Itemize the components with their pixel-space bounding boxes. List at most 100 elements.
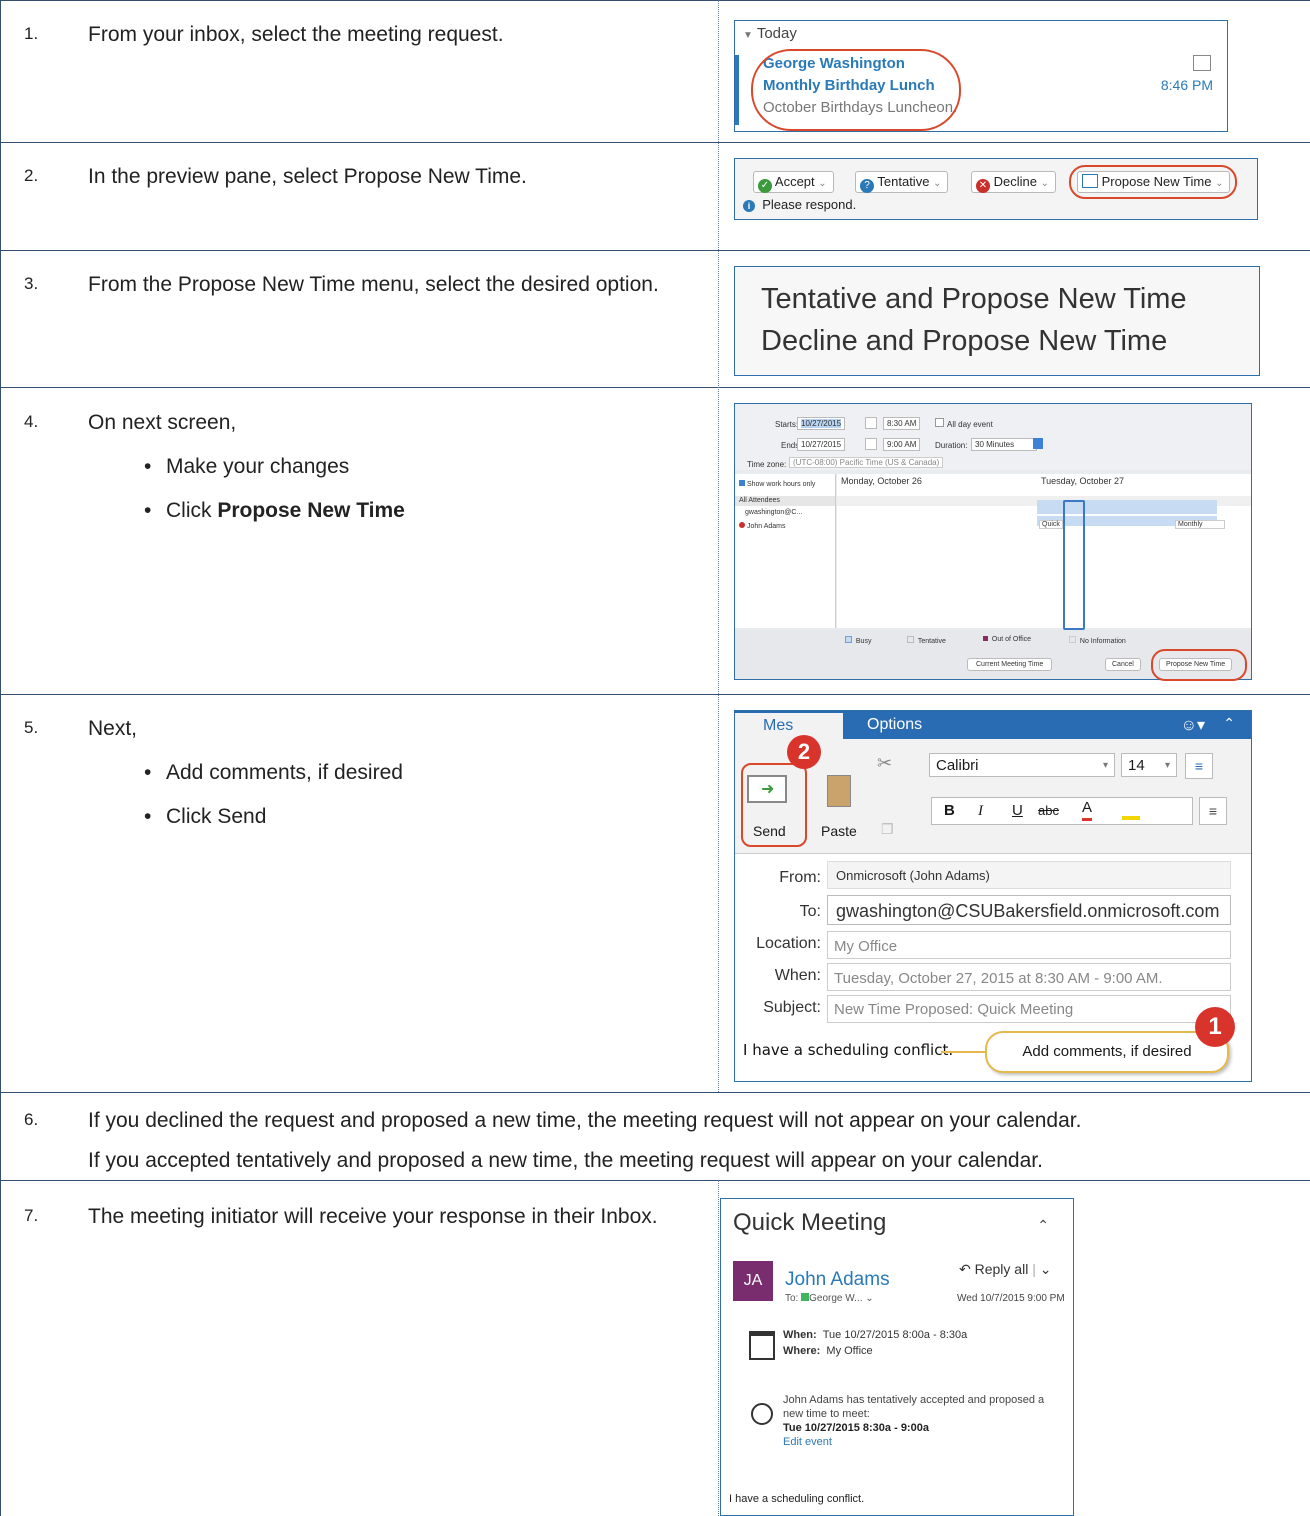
message-body[interactable]: I have a scheduling conflict. (743, 1041, 953, 1059)
row-divider (0, 694, 1310, 695)
organizer-icon (739, 522, 745, 528)
tentative-label: Tentative (877, 174, 930, 189)
column-divider (718, 1180, 719, 1516)
collapse-ribbon-icon[interactable]: ⌃ (1223, 715, 1235, 732)
start-date-value: 10/27/2015 (801, 419, 842, 428)
where-line: Where: My Office (783, 1345, 873, 1357)
schedule-header: Starts: 10/27/2015 8:30 AM All day event… (735, 404, 1251, 470)
highlight-circle (1069, 165, 1237, 199)
message-time: 8:46 PM (1160, 77, 1213, 93)
scheduling-screenshot: Starts: 10/27/2015 8:30 AM All day event… (734, 403, 1252, 681)
reply-sender[interactable]: John Adams (785, 1269, 890, 1291)
step-text: Next, Add comments, if desired Click Sen… (88, 712, 688, 834)
collapse-triangle-icon: ▼ (743, 30, 753, 41)
timezone-label: Time zone: (747, 460, 787, 469)
step-number: 7. (24, 1206, 39, 1225)
expand-icon[interactable]: ⌄ (865, 1293, 873, 1304)
dropdown-arrow-icon[interactable] (1033, 438, 1043, 449)
italic-button[interactable]: I (978, 798, 983, 824)
duration-select[interactable]: 30 Minutes (971, 438, 1037, 451)
step-number: 2. (24, 166, 39, 185)
inbox-screenshot: ▼ Today George Washington Monthly Birthd… (734, 20, 1228, 132)
selected-time-block[interactable] (1063, 500, 1085, 630)
end-time-field[interactable]: 9:00 AM (883, 438, 921, 451)
step-number: 1. (24, 24, 39, 43)
decline-button[interactable]: ✕ Decline ⌄ (971, 171, 1056, 193)
to-field[interactable]: gwashington@CSUBakersfield.onmicrosoft.c… (827, 895, 1231, 925)
when-field[interactable]: Tuesday, October 27, 2015 at 8:30 AM - 9… (827, 963, 1231, 991)
busy-legend-icon (845, 636, 852, 643)
location-field[interactable]: My Office (827, 931, 1231, 959)
start-time-field[interactable]: 8:30 AM (883, 417, 921, 430)
step-intro: On next screen, (88, 411, 237, 434)
subject-label: Subject: (763, 999, 821, 1016)
all-day-checkbox[interactable] (935, 418, 944, 427)
collapse-icon[interactable]: ⌃ (1037, 1217, 1049, 1234)
respond-notice: i Please respond. (743, 197, 856, 212)
step-line: If you declined the request and proposed… (88, 1109, 1082, 1132)
quick-meeting-block: Quick (1039, 520, 1063, 529)
from-select[interactable]: Onmicrosoft (John Adams) (827, 861, 1231, 889)
reply-screenshot: Quick Meeting ⌃ JA John Adams To: George… (720, 1198, 1074, 1516)
bullets-icon[interactable]: ≡ (1185, 753, 1213, 779)
end-date-field[interactable]: 10/27/2015 (797, 438, 846, 451)
cancel-button[interactable]: Cancel (1105, 658, 1141, 671)
bold-button[interactable]: B (944, 798, 955, 824)
dropdown-arrow-icon: ▾ (1164, 760, 1170, 771)
start-date-field[interactable]: 10/27/2015 (797, 417, 846, 430)
group-header: ▼ Today (743, 25, 797, 42)
row-divider (0, 142, 1310, 143)
where-label: Where: (783, 1345, 821, 1357)
attendee-name[interactable]: gwashington@C... (745, 509, 802, 516)
underline-button[interactable]: U (1012, 798, 1023, 824)
day-header: Tuesday, October 27 (1041, 476, 1125, 486)
smiley-icon[interactable]: ☺▾ (1181, 715, 1205, 735)
response-message: John Adams has tentatively accepted and … (783, 1393, 1044, 1449)
font-family-select[interactable]: Calibri ▾ (929, 753, 1115, 777)
when-value: Tue 10/27/2015 8:00a - 8:30a (822, 1329, 968, 1341)
step-badge: 1 (1195, 1007, 1235, 1047)
calendar-picker-icon[interactable] (865, 417, 877, 429)
calendar-picker-icon[interactable] (865, 438, 877, 450)
accept-button[interactable]: ✓ Accept ⌄ (753, 171, 834, 193)
subject-field[interactable]: New Time Proposed: Quick Meeting (827, 995, 1231, 1023)
attendee-name: John Adams (746, 523, 786, 530)
font-color-button[interactable]: A (1082, 798, 1093, 821)
respond-bar-screenshot: ✓ Accept ⌄ ? Tentative ⌄ ✕ Decline ⌄ Pro… (734, 158, 1258, 220)
menu-option-decline[interactable]: Decline and Propose New Time (761, 325, 1167, 358)
when-line: When: Tue 10/27/2015 8:00a - 8:30a (783, 1329, 967, 1341)
tab-options[interactable]: Options (867, 716, 922, 734)
step-text: The meeting initiator will receive your … (88, 1205, 658, 1228)
row-divider (0, 1180, 1310, 1181)
day-header: Monday, October 26 (841, 476, 922, 486)
reply-all-button[interactable]: ↶ Reply all | ⌄ (959, 1261, 1051, 1278)
tentative-button[interactable]: ? Tentative ⌄ (855, 171, 949, 193)
highlighter-icon[interactable] (1122, 802, 1140, 820)
question-icon: ? (860, 179, 874, 193)
send-button[interactable] (741, 763, 807, 847)
tab-message-label: Mes (763, 717, 794, 734)
strikethrough-button[interactable]: abc (1038, 798, 1059, 824)
cut-icon[interactable]: ✂ (877, 753, 892, 774)
location-label: Location: (756, 935, 821, 952)
menu-option-tentative[interactable]: Tentative and Propose New Time (761, 283, 1187, 316)
step-text: On next screen, Make your changes Click … (88, 406, 688, 528)
copy-icon[interactable]: ❐ (881, 821, 894, 838)
work-hours-toggle[interactable]: Show work hours only (739, 480, 815, 488)
tab-message[interactable]: Mes (735, 713, 843, 739)
to-label: To: (799, 903, 821, 920)
timezone-select[interactable]: (UTC-08:00) Pacific Time (US & Canada) (789, 457, 944, 468)
font-size-select[interactable]: 14 ▾ (1121, 753, 1177, 777)
edit-event-link[interactable]: Edit event (783, 1435, 1044, 1449)
starts-label: Starts: (775, 420, 799, 429)
current-meeting-time-button[interactable]: Current Meeting Time (967, 658, 1053, 671)
attendee-row[interactable]: John Adams (739, 522, 785, 530)
row-divider (0, 250, 1310, 251)
legend-busy: Busy (845, 636, 871, 645)
step-text: From your inbox, select the meeting requ… (88, 23, 504, 46)
highlight-circle (751, 49, 961, 131)
avatar: JA (733, 1261, 773, 1301)
align-icon[interactable]: ≡ (1199, 797, 1227, 825)
paste-button[interactable]: Paste (821, 823, 857, 839)
callout-pointer (941, 1051, 987, 1053)
